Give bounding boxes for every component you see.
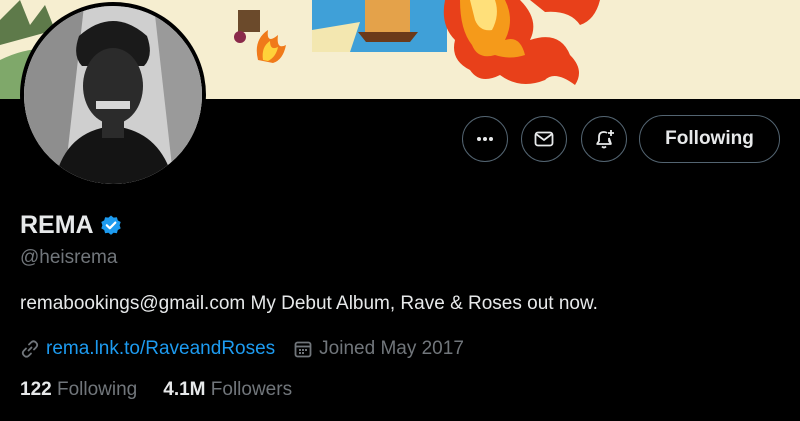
following-count: 122 bbox=[20, 379, 52, 400]
more-options-button[interactable] bbox=[462, 116, 508, 162]
more-icon bbox=[477, 137, 493, 141]
followers-count: 4.1M bbox=[163, 379, 206, 400]
joined-item: Joined May 2017 bbox=[293, 338, 464, 360]
calendar-icon bbox=[294, 341, 312, 358]
bell-plus-icon bbox=[596, 130, 614, 149]
profile-stats: 122 Following 4.1M Followers bbox=[20, 379, 318, 401]
link-icon bbox=[21, 340, 39, 358]
website-item[interactable]: rema.lnk.to/RaveandRoses bbox=[20, 338, 275, 360]
avatar-photo bbox=[24, 6, 202, 184]
profile-handle: @heisrema bbox=[20, 247, 118, 268]
profile-avatar[interactable] bbox=[20, 2, 206, 188]
joined-date: Joined May 2017 bbox=[319, 338, 464, 359]
profile-name-row: REMA bbox=[20, 211, 123, 240]
website-link[interactable]: rema.lnk.to/RaveandRoses bbox=[46, 338, 275, 360]
envelope-icon bbox=[534, 131, 554, 147]
profile-bio: remabookings@gmail.com My Debut Album, R… bbox=[20, 293, 598, 314]
profile-meta: rema.lnk.to/RaveandRoses Joined May 2017 bbox=[20, 338, 482, 360]
verified-badge-icon[interactable] bbox=[99, 214, 123, 238]
followers-label: Followers bbox=[210, 379, 293, 400]
following-button[interactable]: Following bbox=[639, 115, 780, 163]
following-stat[interactable]: 122 Following bbox=[20, 379, 137, 401]
followers-stat[interactable]: 4.1M Followers bbox=[163, 379, 292, 401]
message-button[interactable] bbox=[521, 116, 567, 162]
notifications-button[interactable] bbox=[581, 116, 627, 162]
display-name: REMA bbox=[20, 211, 94, 239]
following-label: Following bbox=[56, 379, 138, 400]
